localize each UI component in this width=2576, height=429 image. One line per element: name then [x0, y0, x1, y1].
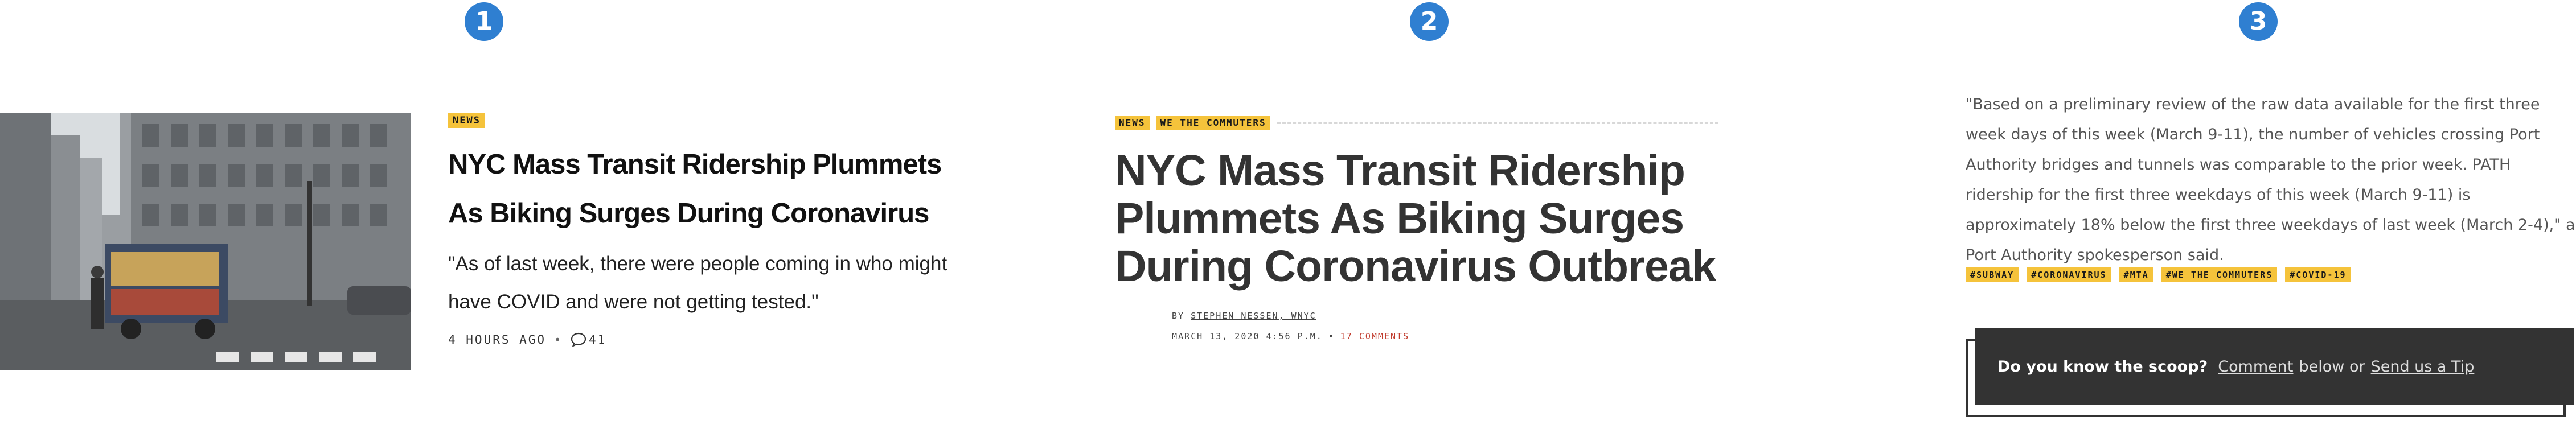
- meta-separator: •: [1328, 331, 1335, 341]
- byline: BY STEPHEN NESSEN, WNYC: [1172, 311, 1316, 321]
- article-meta: 4 HOURS AGO • 41: [448, 332, 606, 347]
- publish-date: MARCH 13, 2020 4:56 P.M.: [1172, 331, 1323, 341]
- article-tags: NEWS WE THE COMMUTERS: [1115, 116, 1718, 130]
- comment-count-value: 41: [589, 333, 607, 346]
- speech-bubble-icon: [571, 332, 586, 347]
- scoop-callout: Do you know the scoop? Comment below or …: [1975, 328, 2574, 405]
- byline-prefix: BY: [1172, 311, 1185, 321]
- article-footer: "Based on a preliminary review of the ra…: [1947, 0, 2576, 429]
- comments-link[interactable]: 17 COMMENTS: [1340, 331, 1409, 341]
- send-tip-link[interactable]: Send us a Tip: [2371, 358, 2475, 376]
- hashtag-we-the-commuters[interactable]: #WE THE COMMUTERS: [2161, 267, 2278, 282]
- meta-separator: •: [554, 333, 563, 346]
- article-header: NEWS WE THE COMMUTERS NYC Mass Transit R…: [1105, 0, 1822, 429]
- hashtag-coronavirus[interactable]: #CORONAVIRUS: [2027, 267, 2111, 282]
- hashtag-mta[interactable]: #MTA: [2119, 267, 2153, 282]
- article-title: NYC Mass Transit Ridership Plummets As B…: [1115, 146, 1716, 291]
- comment-count[interactable]: 41: [571, 332, 606, 347]
- article-card[interactable]: NEWS NYC Mass Transit Ridership Plummets…: [0, 0, 968, 429]
- hashtag-subway[interactable]: #SUBWAY: [1966, 267, 2019, 282]
- author-link[interactable]: STEPHEN NESSEN, WNYC: [1191, 311, 1316, 321]
- news-tag[interactable]: NEWS: [448, 113, 485, 128]
- article-headline[interactable]: NYC Mass Transit Ridership Plummets As B…: [448, 140, 961, 238]
- tag-we-the-commuters[interactable]: WE THE COMMUTERS: [1156, 116, 1270, 130]
- hashtag-covid-19[interactable]: #COVID-19: [2285, 267, 2351, 282]
- article-thumbnail[interactable]: [0, 113, 411, 370]
- body-paragraph: "Based on a preliminary review of the ra…: [1966, 96, 2575, 264]
- comment-link[interactable]: Comment: [2218, 358, 2293, 376]
- publish-info: MARCH 13, 2020 4:56 P.M. • 17 COMMENTS: [1172, 331, 1409, 341]
- timestamp: 4 HOURS AGO: [448, 333, 547, 346]
- tag-news[interactable]: NEWS: [1115, 116, 1150, 130]
- hashtag-list: #SUBWAY #CORONAVIRUS #MTA #WE THE COMMUT…: [1966, 267, 2351, 282]
- scoop-middle-text: below or: [2299, 357, 2365, 376]
- tag-divider: [1277, 122, 1718, 124]
- scoop-lead: Do you know the scoop?: [1997, 357, 2208, 376]
- article-excerpt: "As of last week, there were people comi…: [448, 253, 947, 313]
